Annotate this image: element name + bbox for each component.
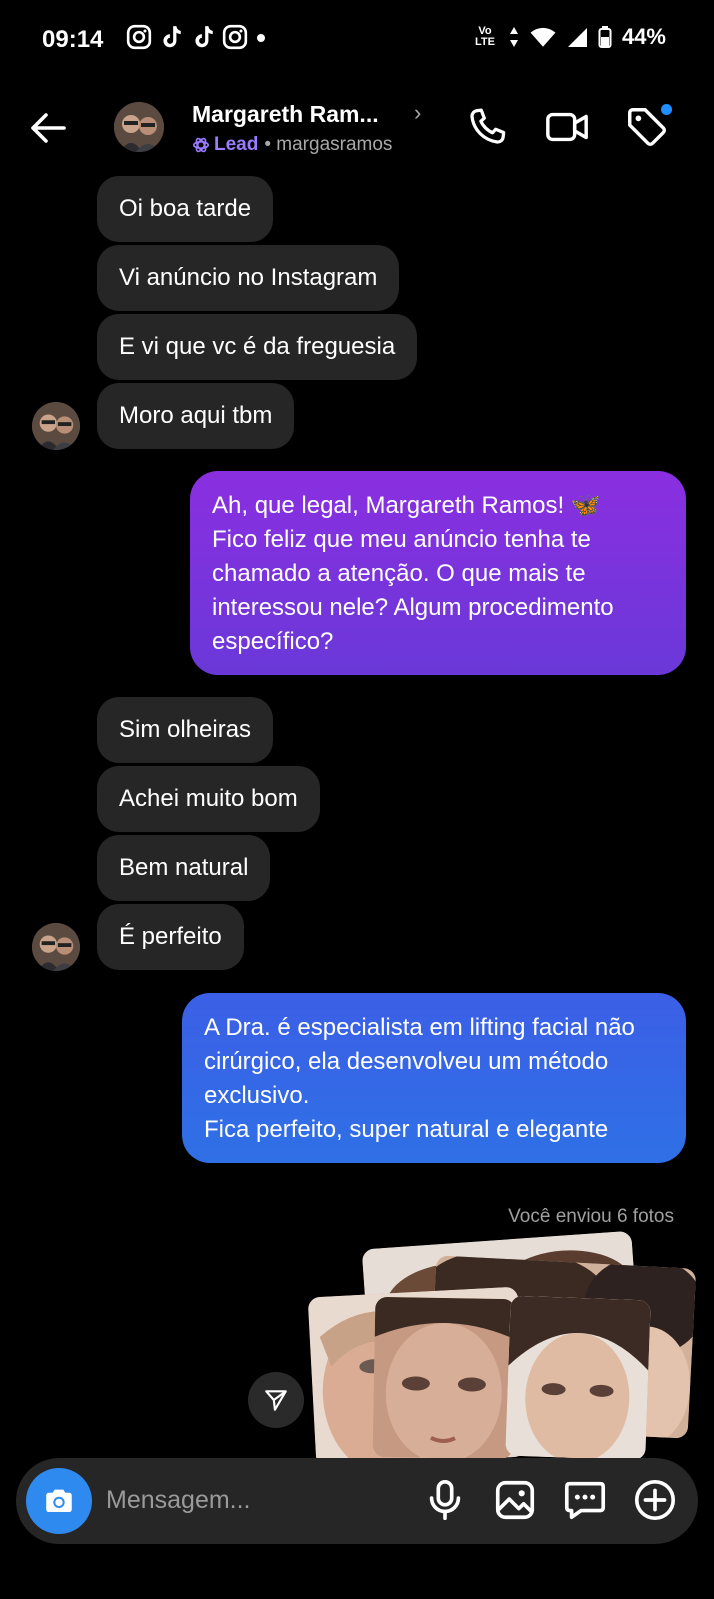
battery-icon	[598, 26, 612, 48]
sender-avatar[interactable]	[32, 402, 80, 450]
atom-icon	[192, 137, 210, 153]
phone-icon	[470, 108, 506, 144]
plus-circle-icon	[634, 1479, 676, 1521]
call-button[interactable]	[464, 104, 512, 152]
message-input[interactable]: Mensagem...	[106, 1486, 251, 1515]
system-icons: Vo LTE 44%	[472, 24, 666, 50]
gallery-button[interactable]	[492, 1477, 538, 1523]
wifi-icon	[530, 27, 556, 47]
instagram-icon-2	[222, 24, 248, 50]
label-button[interactable]	[624, 104, 672, 152]
lead-badge[interactable]: Lead	[192, 134, 258, 156]
more-notifications-dot-icon	[257, 34, 265, 42]
incoming-message[interactable]: Oi boa tarde	[97, 176, 274, 242]
incoming-message[interactable]: Vi anúncio no Instagram	[97, 245, 400, 311]
outgoing-message[interactable]: A Dra. é especialista em lifting facial …	[182, 993, 686, 1163]
notification-dot	[661, 104, 672, 115]
volte-label: Vo LTE	[474, 25, 495, 48]
signal-icon	[567, 28, 587, 47]
face-photo	[372, 1296, 516, 1460]
incoming-message[interactable]: Bem natural	[97, 835, 271, 901]
back-arrow-icon	[31, 113, 66, 143]
back-button[interactable]	[26, 106, 70, 150]
microphone-icon	[429, 1479, 461, 1521]
quick-replies-button[interactable]	[562, 1477, 608, 1523]
camera-icon	[46, 1489, 72, 1513]
sent-photos-note: Você enviou 6 fotos	[508, 1206, 674, 1227]
incoming-message[interactable]: Sim olheiras	[97, 697, 274, 763]
outgoing-message[interactable]: Ah, que legal, Margareth Ramos! 🦋 Fico f…	[190, 471, 686, 675]
contact-subtitle: Lead • margasramos	[192, 134, 392, 156]
contact-avatar[interactable]	[114, 102, 164, 152]
avatar-photo	[114, 102, 164, 152]
voice-message-button[interactable]	[422, 1477, 468, 1523]
face-photo	[505, 1295, 651, 1461]
contact-username: • margasramos	[264, 134, 393, 155]
chevron-right-icon[interactable]: ›	[414, 100, 421, 126]
battery-percentage: 44%	[621, 24, 666, 49]
camera-button[interactable]	[26, 1468, 92, 1534]
sent-photo[interactable]	[372, 1296, 516, 1460]
avatar-photo	[32, 923, 80, 971]
contact-name[interactable]: Margareth Ram...	[192, 101, 379, 128]
avatar-photo	[32, 402, 80, 450]
video-call-button[interactable]	[544, 104, 592, 152]
sender-avatar[interactable]	[32, 923, 80, 971]
status-bar: 09:14 Vo LTE 44%	[0, 0, 714, 80]
data-arrows-icon	[509, 27, 518, 47]
tiktok-icon-2	[195, 26, 213, 48]
gallery-icon	[495, 1480, 535, 1520]
sent-photo[interactable]	[505, 1295, 651, 1461]
send-icon	[265, 1390, 287, 1411]
status-time: 09:14	[42, 26, 104, 53]
chat-bubble-dots-icon	[564, 1481, 606, 1520]
lead-label: Lead	[214, 134, 259, 155]
tiktok-icon	[163, 26, 181, 48]
incoming-message[interactable]: É perfeito	[97, 904, 244, 970]
incoming-message[interactable]: Moro aqui tbm	[97, 383, 295, 449]
incoming-message[interactable]: Achei muito bom	[97, 766, 320, 832]
more-options-button[interactable]	[632, 1477, 678, 1523]
share-button[interactable]	[248, 1372, 304, 1428]
video-camera-icon	[546, 112, 588, 142]
notification-icons	[126, 24, 268, 50]
incoming-message[interactable]: E vi que vc é da freguesia	[97, 314, 418, 380]
instagram-icon	[126, 24, 152, 50]
